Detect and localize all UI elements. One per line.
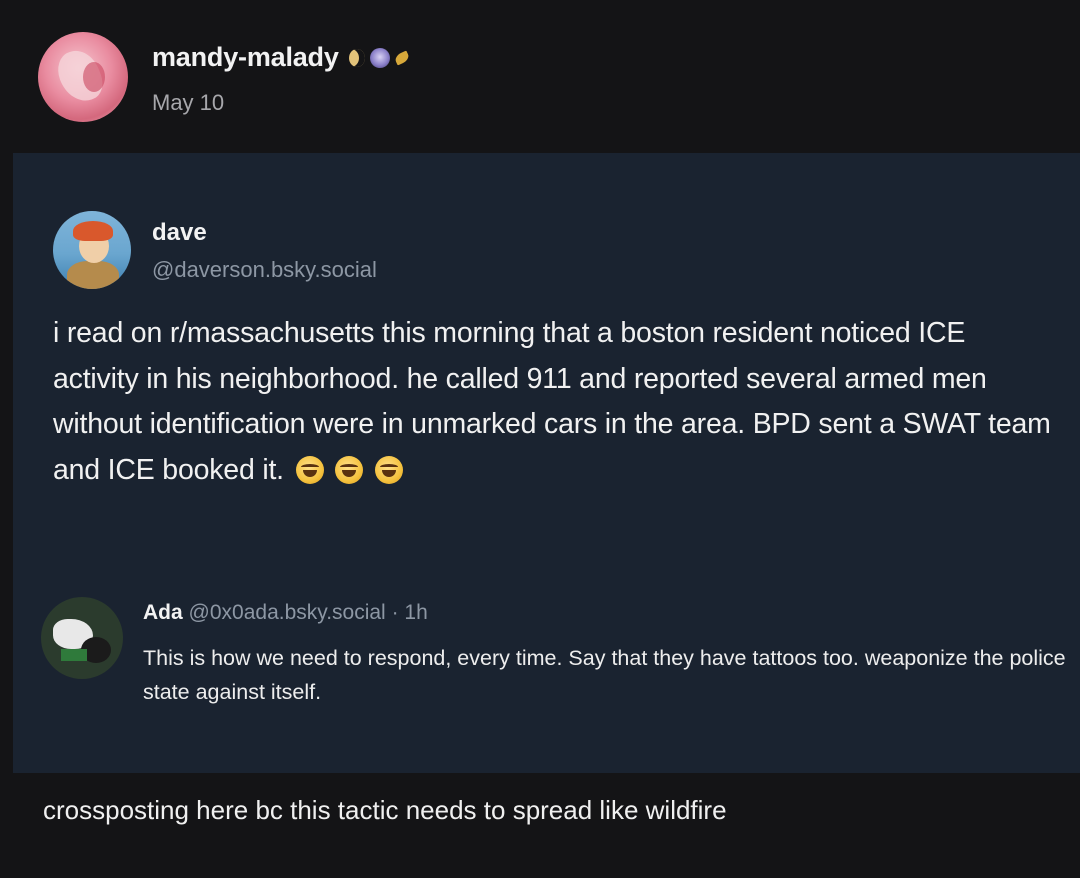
bluesky-author-handle: @daverson.bsky.social [152,257,377,282]
bluesky-screenshot: dave @daverson.bsky.social i read on r/m… [13,153,1080,773]
reply-author-avatar [41,597,123,679]
author-username[interactable]: mandy-malady [152,42,339,73]
avatar-hair [73,221,113,241]
rolling-laughing-emoji-icon [295,455,324,484]
reply-time: 1h [404,601,428,624]
avatar-art [61,649,87,661]
bluesky-author-name: dave [152,219,207,246]
rolling-laughing-emoji-icon [335,455,364,484]
reply-separator: · [391,601,399,624]
author-avatar[interactable] [38,32,128,122]
author-badges [348,47,411,68]
tumblr-post: mandy-malady May 10 dave @daverson.bsky.… [0,0,1080,878]
reply-author-name: Ada [143,601,183,624]
post-caption: crossposting here bc this tactic needs t… [43,795,727,825]
moon-badge-icon [348,48,365,67]
post-date[interactable]: May 10 [152,90,224,116]
leaf-badge-icon [393,50,411,65]
username-row: mandy-malady [152,42,411,73]
reply-meta: Ada @0x0ada.bsky.social · 1h [143,601,428,625]
orb-badge-icon [369,47,390,68]
rolling-laughing-emoji-icon [375,455,404,484]
avatar-coat [67,261,119,289]
bluesky-author-avatar [53,211,131,289]
avatar-art-detail [83,62,105,92]
bluesky-post-body: i read on r/massachusetts this morning t… [53,317,1051,486]
reply-author-handle: @0x0ada.bsky.social [188,601,386,624]
bluesky-post-text: i read on r/massachusetts this morning t… [53,311,1053,493]
reply-text: This is how we need to respond, every ti… [143,646,1066,704]
